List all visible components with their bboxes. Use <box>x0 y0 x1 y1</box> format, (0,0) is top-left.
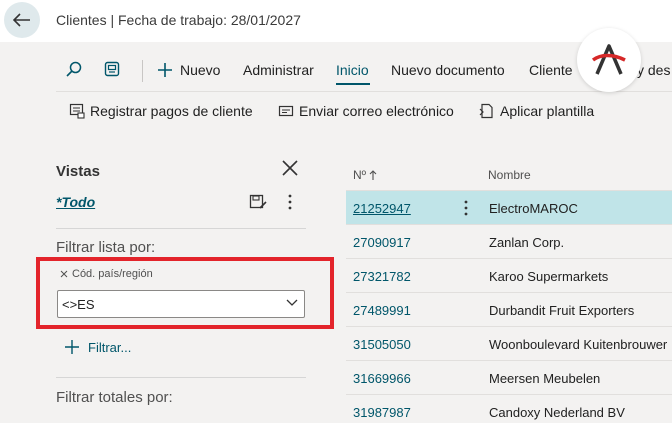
table-row[interactable]: 31987987 Candoxy Nederland BV <box>346 394 672 423</box>
customer-name: Karoo Supermarkets <box>489 269 609 284</box>
pane-title: Vistas <box>56 163 100 180</box>
customer-name: Meersen Meubelen <box>489 371 601 386</box>
action-bar-row1: Nuevo Administrar Inicio Nuevo documento… <box>0 56 672 85</box>
new-document-tab[interactable]: Nuevo documento <box>391 62 505 78</box>
page-title: Clientes | Fecha de trabajo: 28/01/2027 <box>56 12 301 28</box>
title-bar: Clientes | Fecha de trabajo: 28/01/2027 <box>0 0 672 42</box>
manage-tab[interactable]: Administrar <box>243 62 314 78</box>
save-view-icon[interactable] <box>249 194 267 210</box>
customer-no[interactable]: 21252947 <box>353 201 411 216</box>
customer-no[interactable]: 27489991 <box>353 303 411 318</box>
back-arrow-icon <box>13 13 30 27</box>
column-header-no[interactable]: Nº <box>353 168 377 182</box>
sort-up-icon <box>369 170 377 180</box>
back-button[interactable] <box>4 2 40 38</box>
table-row[interactable]: 27090917 Zanlan Corp. <box>346 224 672 258</box>
customer-no[interactable]: 27090917 <box>353 235 411 250</box>
customer-no[interactable]: 31987987 <box>353 405 411 420</box>
divider <box>142 60 143 82</box>
more-tabs-label[interactable]: y des <box>637 62 670 78</box>
action-bar-row2: Registrar pagos de cliente Enviar correo… <box>0 96 672 124</box>
email-icon <box>278 105 294 117</box>
customer-name: Durbandit Fruit Exporters <box>489 303 635 318</box>
customer-name: Zanlan Corp. <box>489 235 565 250</box>
customer-list: Nº Nombre 21252947 ElectroMAROC 27090917… <box>346 158 672 423</box>
send-email-button[interactable]: Enviar correo electrónico <box>278 103 454 119</box>
filter-pane: Vistas *Todo Filtrar lista por: Cód. paí… <box>36 150 336 423</box>
table-row[interactable]: 31669966 Meersen Meubelen <box>346 360 672 394</box>
filter-list-title: Filtrar lista por: <box>56 239 156 256</box>
column-header-no-label: Nº <box>353 168 367 182</box>
table-row[interactable]: 27321782 Karoo Supermarkets <box>346 258 672 292</box>
payments-icon <box>69 103 85 119</box>
more-icon[interactable] <box>464 199 468 217</box>
customer-name: Woonboulevard Kuitenbrouwer <box>489 337 668 352</box>
annotation-highlight <box>36 257 334 329</box>
close-icon[interactable] <box>280 158 300 178</box>
plus-icon <box>158 63 172 77</box>
more-icon[interactable] <box>287 192 293 212</box>
divider <box>56 228 306 229</box>
active-tab-indicator <box>336 83 370 85</box>
command-bar-divider <box>56 91 672 92</box>
brand-logo <box>577 28 641 92</box>
divider <box>56 377 306 378</box>
table-header: Nº Nombre <box>346 158 672 190</box>
customer-name: Candoxy Nederland BV <box>489 405 625 420</box>
customer-no[interactable]: 27321782 <box>353 269 411 284</box>
plus-icon <box>65 340 79 354</box>
filter-totals-title: Filtrar totales por: <box>56 389 173 406</box>
customer-no[interactable]: 31505050 <box>353 337 411 352</box>
add-filter-button[interactable]: Filtrar... <box>64 339 131 355</box>
table-row[interactable]: 21252947 ElectroMAROC <box>346 190 672 224</box>
logo-icon <box>591 44 626 75</box>
apply-template-button[interactable]: Aplicar plantilla <box>479 103 594 119</box>
search-icon[interactable] <box>66 61 82 77</box>
customer-tab[interactable]: Cliente <box>529 62 573 78</box>
customer-name: ElectroMAROC <box>489 201 578 216</box>
customer-no[interactable]: 31669966 <box>353 371 411 386</box>
template-icon <box>479 103 493 119</box>
send-email-label: Enviar correo electrónico <box>299 103 454 119</box>
table-row[interactable]: 27489991 Durbandit Fruit Exporters <box>346 292 672 326</box>
home-tab[interactable]: Inicio <box>336 62 369 78</box>
register-payments-label: Registrar pagos de cliente <box>90 103 253 119</box>
pin-icon[interactable] <box>104 61 120 77</box>
table-row[interactable]: 31505050 Woonboulevard Kuitenbrouwer <box>346 326 672 360</box>
apply-template-label: Aplicar plantilla <box>500 103 595 119</box>
command-bar: Nuevo Administrar Inicio Nuevo documento… <box>0 42 672 132</box>
view-all-link[interactable]: *Todo <box>56 194 95 210</box>
new-button[interactable]: Nuevo <box>180 62 220 78</box>
column-header-name[interactable]: Nombre <box>488 168 531 182</box>
register-payments-button[interactable]: Registrar pagos de cliente <box>69 103 253 119</box>
add-filter-label: Filtrar... <box>88 339 132 355</box>
